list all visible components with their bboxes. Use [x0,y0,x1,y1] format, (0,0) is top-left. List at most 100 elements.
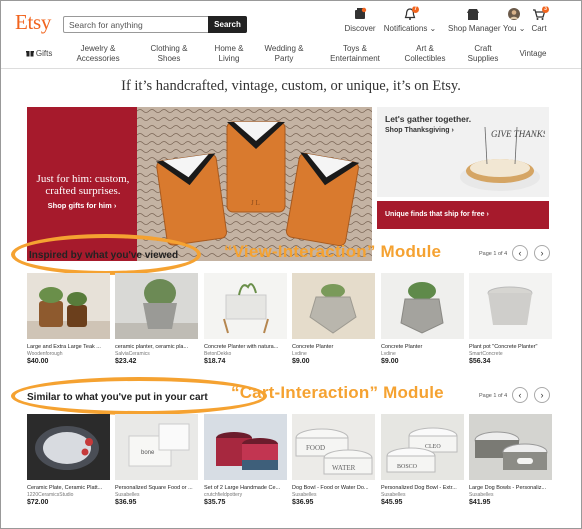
free-shipping-text: Unique finds that ship for free › [385,211,489,218]
item-shop: Susabelles [381,492,406,498]
list-item[interactable]: Plant pot "Concrete Planter" SmartConcre… [469,273,552,365]
list-item[interactable]: Large and Extra Large Teak ... Woodenfor… [27,273,110,365]
item-title: ceramic planter, ceramic pla... [115,344,189,350]
item-shop: Woodenforough [27,351,63,357]
list-item[interactable]: ceramic planter, ceramic pla... SalviaCe… [115,273,198,365]
list-item[interactable]: bone Personalized Square Food or ... Sus… [115,414,198,506]
item-title: Concrete Planter with natura... [204,344,279,350]
list-item[interactable]: CLEO BOSCO Personalized Dog Bowl - Extr.… [381,414,464,506]
list-item[interactable]: Concrete Planter Lvdine $9.00 [381,273,464,365]
item-shop: SalviaCeramics [115,351,150,357]
nav-label: You ⌄ [503,24,526,33]
nav-you[interactable]: You ⌄ [503,7,525,37]
nav-label: Notifications ⌄ [383,24,437,33]
search-button[interactable]: Search [208,16,247,33]
item-title: Concrete Planter [292,344,334,350]
nav-shop-manager[interactable]: Shop Manager [448,7,501,37]
module-label-cart: “Cart-Interaction” Module [231,383,444,402]
pie-image: GIVE THANKS [460,126,545,191]
nav-discover[interactable]: Discover [343,7,377,37]
notification-badge: 7 [412,6,419,13]
product-image: bone [115,414,198,480]
item-title: Large and Extra Large Teak ... [27,344,101,350]
product-image [27,414,110,480]
item-shop: crutchfieldpottery [204,492,243,498]
next-arrow-icon[interactable]: › [534,387,550,403]
item-shop: Susabelles [292,492,317,498]
svg-text:FOOD: FOOD [306,444,325,452]
list-item[interactable]: FOOD WATER Dog Bowl - Food or Water Do..… [292,414,375,506]
etsy-logo[interactable]: Etsy [15,10,51,35]
nav-label: Shop Manager [448,24,501,33]
product-image [381,273,464,339]
list-item[interactable]: Concrete Planter Lvdine $9.00 [292,273,375,365]
hero-image[interactable]: J L [137,107,372,261]
item-price: $18.74 [204,358,226,365]
item-price: $36.95 [292,499,314,506]
category-wedding[interactable]: Wedding & Party [259,44,309,63]
category-jewelry[interactable]: Jewelry & Accessories [73,44,123,63]
item-price: $36.95 [115,499,137,506]
item-title: Large Dog Bowls - Personaliz... [469,485,547,491]
item-title: Ceramic Plate, Ceramic Platt... [27,485,103,491]
nav-cart[interactable]: 3 Cart [528,6,550,37]
search-bar: Search [63,16,247,33]
pie-sign: GIVE THANKS [491,129,545,139]
hero-cta[interactable]: Shop gifts for him › [27,201,137,210]
nav-label: Discover [344,24,376,33]
shop-icon [448,7,498,23]
promo-cta[interactable]: Shop Thanksgiving › [385,127,454,134]
list-item[interactable]: Set of 2 Large Handmade Ce... crutchfiel… [204,414,287,506]
item-title: Dog Bowl - Food or Water Do... [292,485,369,491]
list-item[interactable]: Large Dog Bowls - Personaliz... Susabell… [469,414,552,506]
category-vintage[interactable]: Vintage [513,49,553,59]
item-title: Plant pot "Concrete Planter" [469,344,538,350]
promo-card[interactable]: Let's gather together. Shop Thanksgiving… [377,107,549,197]
svg-text:WATER: WATER [332,464,356,472]
item-shop: Lvdine [381,351,396,357]
category-craft[interactable]: Craft Supplies [463,44,503,63]
avatar-icon [503,7,525,23]
cart-icon: 3 [528,6,550,23]
discover-icon [343,7,377,23]
category-clothing[interactable]: Clothing & Shoes [144,44,194,63]
header: Etsy Search Discover 7 Notifications ⌄ S… [1,1,581,41]
module-label-view: “View-Interaction” Module [224,242,442,261]
search-input[interactable] [64,17,207,32]
category-toys[interactable]: Toys & Entertainment [327,44,383,63]
item-shop: BetonDekko [204,351,232,357]
list-item[interactable]: Concrete Planter with natura... BetonDek… [204,273,287,365]
svg-text:J L: J L [251,199,260,207]
svg-text:BOSCO: BOSCO [397,464,418,470]
product-image [27,273,110,339]
nav-notifications[interactable]: 7 Notifications ⌄ [380,6,440,37]
item-shop: SmartConcrete [469,351,503,357]
item-price: $35.75 [204,499,226,506]
svg-text:CLEO: CLEO [425,444,441,450]
category-gifts[interactable]: Gifts [21,49,57,60]
nav-label: Cart [531,24,547,33]
item-price: $40.00 [27,358,49,365]
category-art[interactable]: Art & Collectibles [401,44,449,63]
category-label: Gifts [35,49,53,58]
free-shipping-banner[interactable]: Unique finds that ship for free › [377,201,549,229]
list-item[interactable]: Ceramic Plate, Ceramic Platt... 1220Cera… [27,414,110,506]
product-image [469,273,552,339]
next-arrow-icon[interactable]: › [534,245,550,261]
gift-icon [25,49,34,60]
prev-arrow-icon[interactable]: ‹ [512,245,528,261]
product-image: CLEO BOSCO [381,414,464,480]
product-image [115,273,198,339]
item-price: $45.95 [381,499,403,506]
item-shop: Susabelles [469,492,494,498]
pager-text: Page 1 of 4 [479,251,508,257]
item-title: Set of 2 Large Handmade Ce... [204,485,281,491]
prev-arrow-icon[interactable]: ‹ [512,387,528,403]
hero-headline: Just for him: custom, crafted surprises. [36,173,130,197]
pager-text: Page 1 of 4 [479,393,508,399]
bell-icon: 7 [380,6,440,23]
product-image [204,273,287,339]
product-image: FOOD WATER [292,414,375,480]
item-price: $72.00 [27,499,49,506]
category-home[interactable]: Home & Living [209,44,249,63]
